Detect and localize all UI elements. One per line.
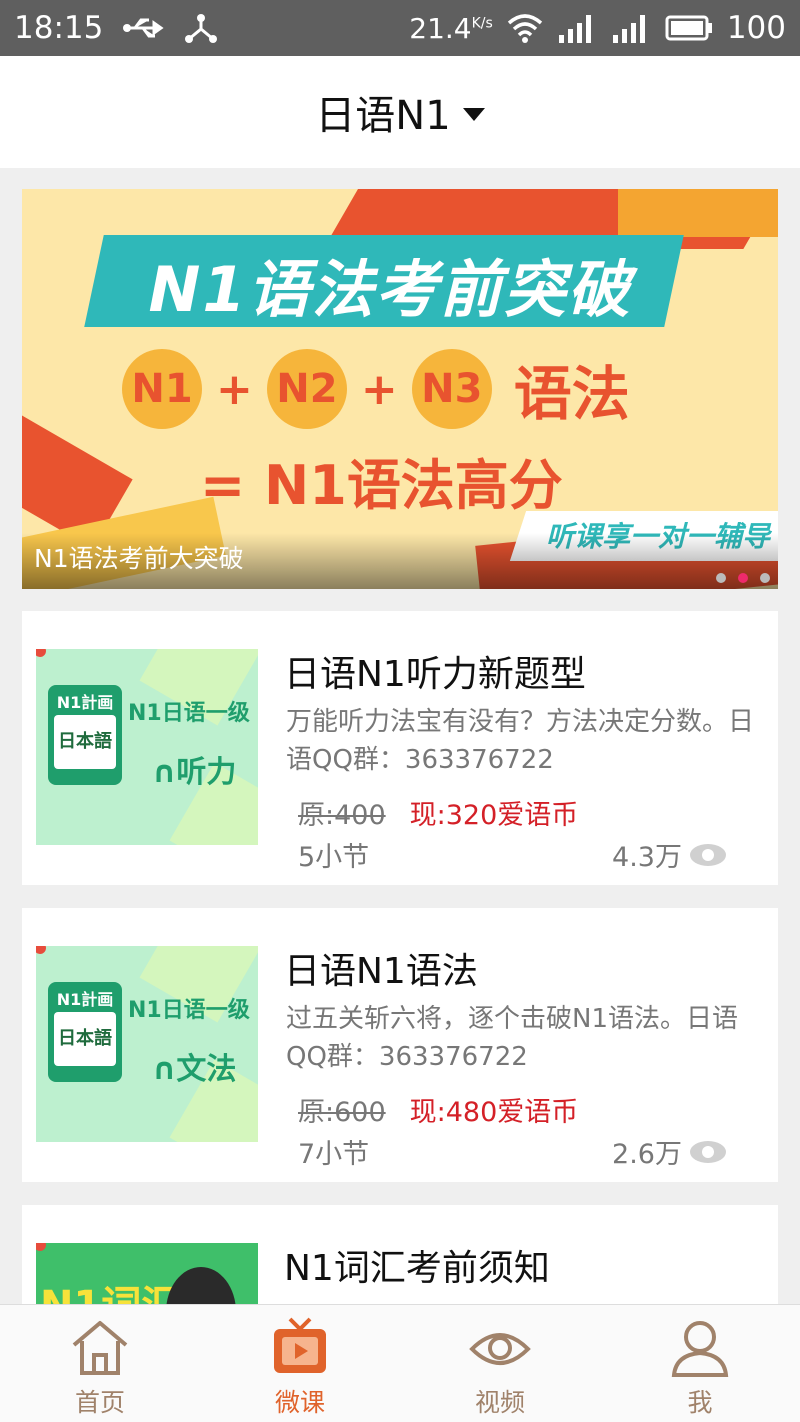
level-selector[interactable]: 日语N1 [315, 83, 485, 141]
carousel-dot-active[interactable] [738, 573, 748, 583]
thumb-skill: ∩文法 [152, 1052, 237, 1087]
carousel-dot[interactable] [760, 573, 770, 583]
course-thumbnail: N1計画 日本語 N1日语一级 ∩听力 [36, 649, 258, 845]
signal-icon [558, 15, 591, 43]
carousel-dot[interactable] [716, 573, 726, 583]
signal-3g-icon [612, 15, 645, 43]
home-icon [72, 1321, 128, 1375]
banner-caption: N1语法考前大突破 [34, 544, 244, 573]
nav-me[interactable]: 我 [600, 1305, 800, 1422]
top-header: 日语N1 [0, 56, 800, 168]
tv-play-icon [274, 1317, 326, 1373]
level-selector-label: 日语N1 [315, 93, 451, 139]
wifi-icon [507, 14, 542, 43]
course-card[interactable]: N1計画 日本語 N1日语一级 ∩听力 日语N1听力新题型 万能听力法宝有没有？… [22, 611, 778, 885]
eye-icon [690, 843, 726, 866]
banner-headline: N1语法考前突破 [148, 253, 632, 326]
pin-icon [36, 649, 46, 657]
current-price: 现:480爱语币 [409, 1097, 579, 1128]
eye-icon [469, 1333, 531, 1365]
banner-bubble: N2 [266, 349, 347, 429]
course-title: N1词汇考前须知 [284, 1248, 550, 1289]
usb-icon [123, 18, 164, 38]
battery-level: 100 [726, 10, 786, 46]
course-card[interactable]: N1計画 日本語 N1日语一级 ∩文法 日语N1语法 过五关斩六将，逐个击破N1… [22, 908, 778, 1182]
banner-result: = N1语法高分 [200, 454, 563, 517]
nav-microcourse[interactable]: 微课 [200, 1305, 400, 1422]
thumb-skill: ∩听力 [152, 755, 237, 790]
course-description: 万能听力法宝有没有？方法决定分数。日语QQ群：363376722 [286, 707, 755, 775]
plus-sign: + [360, 363, 398, 415]
status-bar: 18:15 21.4K/s 100 [0, 0, 800, 56]
nav-label: 微课 [274, 1388, 325, 1417]
current-price: 现:320爱语币 [409, 800, 579, 831]
original-price: 原:600 [298, 1097, 386, 1128]
price-row: 原:600 现:480爱语币 [298, 1090, 578, 1129]
lesson-count: 7小节 [298, 1139, 370, 1170]
status-time: 18:15 [14, 10, 104, 46]
plus-sign: + [216, 363, 253, 415]
bottom-nav: 首页 微课 视频 我 [0, 1304, 800, 1422]
banner-decor-stripe [618, 189, 778, 237]
view-count: 4.3万 [612, 835, 726, 874]
nav-label: 视频 [474, 1388, 525, 1417]
course-title: 日语N1语法 [284, 951, 478, 992]
price-row: 原:400 现:320爱语币 [298, 793, 578, 832]
banner-bubble: N3 [411, 349, 492, 429]
person-icon [671, 1321, 729, 1377]
caret-down-icon [462, 107, 485, 121]
battery-icon [665, 15, 712, 41]
course-thumbnail: N1計画 日本語 N1日语一级 ∩文法 [36, 946, 258, 1142]
nav-video[interactable]: 视频 [400, 1305, 600, 1422]
pin-icon [36, 1243, 46, 1251]
book-icon: N1計画 日本語 [48, 685, 122, 785]
nav-label: 我 [687, 1388, 713, 1417]
eye-icon [690, 1140, 726, 1163]
banner-formula: N1 + N2 + N3 语法 [122, 347, 630, 431]
view-count: 2.6万 [612, 1132, 726, 1171]
lesson-count: 5小节 [298, 842, 370, 873]
original-price: 原:400 [298, 800, 386, 831]
thumb-level: N1日语一级 [128, 701, 250, 726]
course-description: 过五关斩六将，逐个击破N1语法。日语QQ群：363376722 [286, 1004, 738, 1072]
nav-label: 首页 [74, 1388, 125, 1417]
book-icon: N1計画 日本語 [48, 982, 122, 1082]
promo-banner[interactable]: N1语法考前突破 N1 + N2 + N3 语法 = N1语法高分 听课享一对一… [22, 189, 778, 589]
network-speed: 21.4K/s [409, 11, 493, 45]
banner-grammar: 语法 [513, 360, 630, 428]
pin-icon [36, 946, 46, 954]
course-title: 日语N1听力新题型 [284, 654, 586, 695]
thumb-level: N1日语一级 [128, 998, 250, 1023]
carousel-dots [716, 573, 770, 583]
share-icon [185, 14, 218, 43]
banner-bubble: N1 [122, 349, 202, 429]
nav-home[interactable]: 首页 [0, 1305, 200, 1422]
